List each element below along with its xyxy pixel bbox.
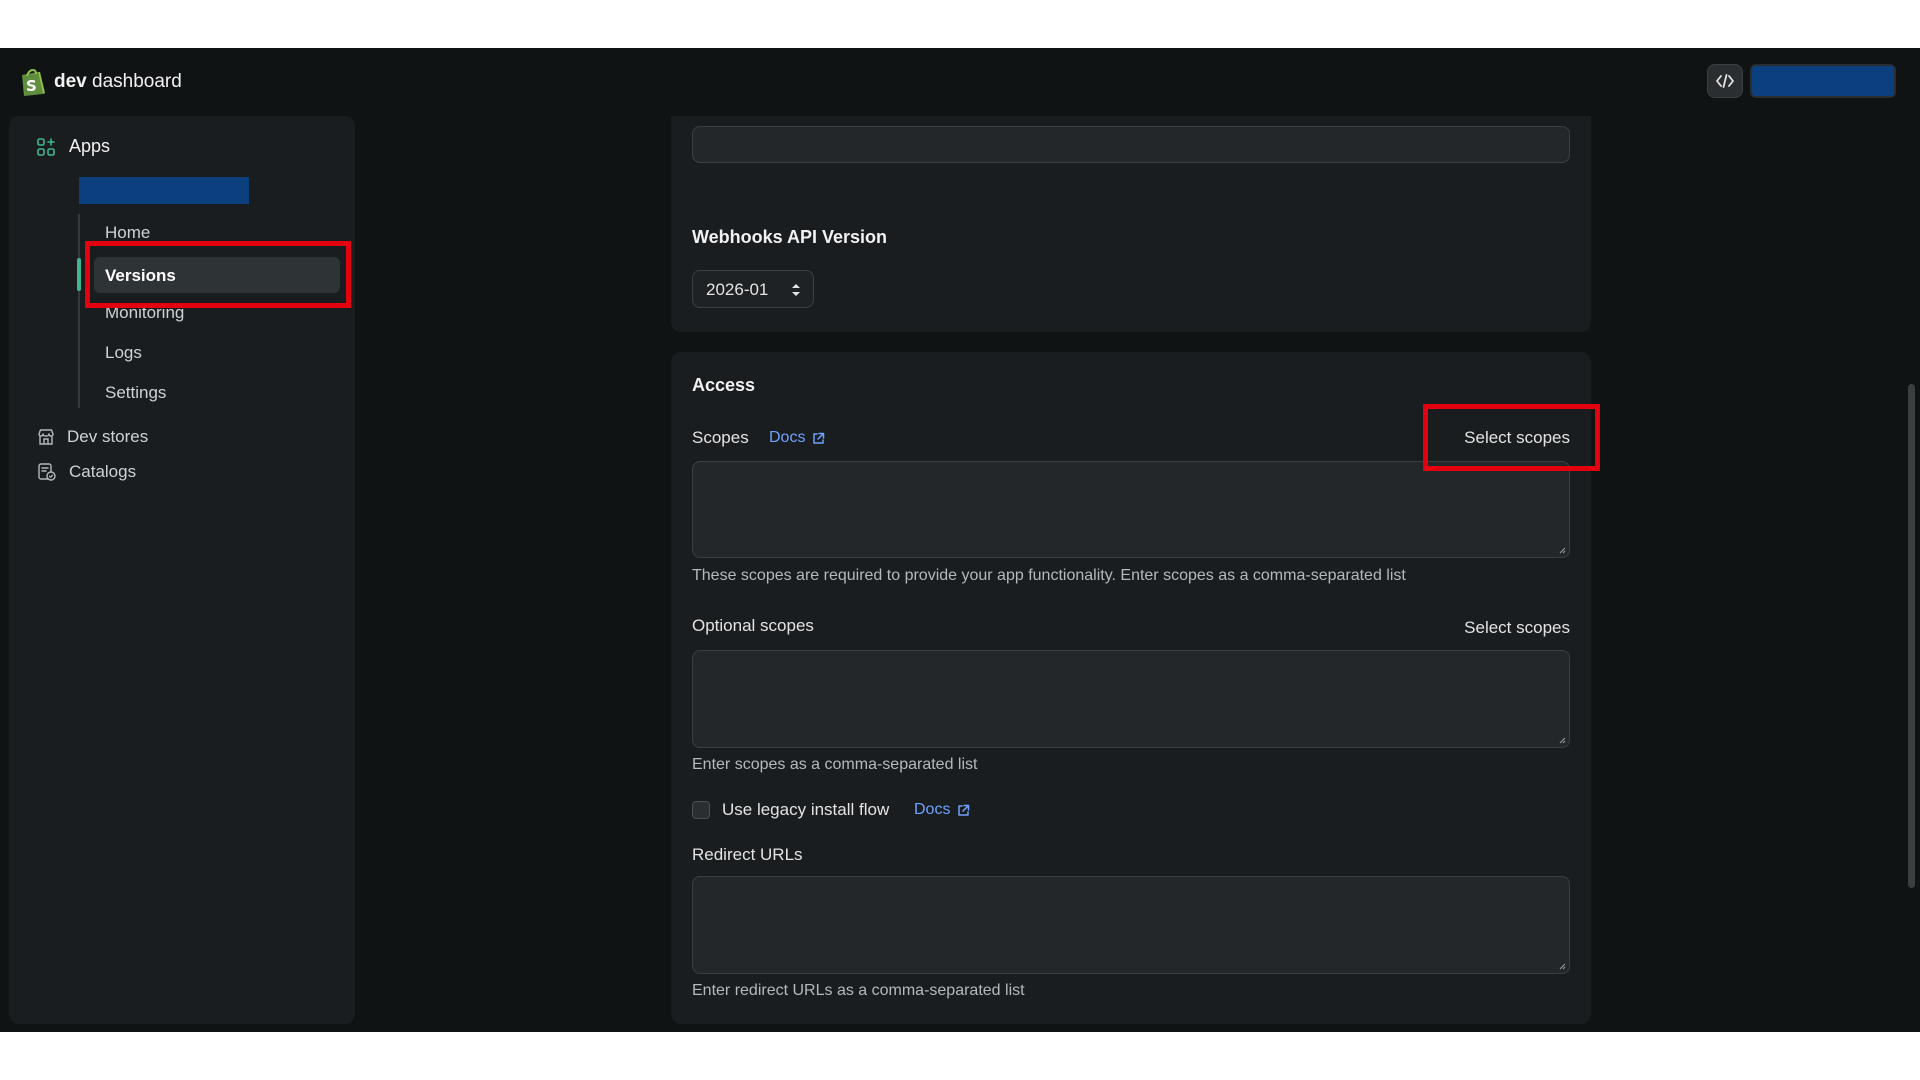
scopes-help-text: These scopes are required to provide you… bbox=[692, 567, 1406, 584]
code-view-button[interactable] bbox=[1707, 64, 1743, 98]
external-link-icon bbox=[958, 804, 970, 816]
sidebar-item-dev-stores[interactable]: Dev stores bbox=[37, 427, 148, 447]
scrollbar[interactable] bbox=[1908, 384, 1915, 888]
legacy-docs-link[interactable]: Docs bbox=[914, 801, 970, 819]
sidebar-item-apps-label: Apps bbox=[69, 136, 111, 156]
webhooks-card: Webhooks API Version 2026-01 bbox=[671, 204, 1591, 332]
sidebar-item-settings[interactable]: Settings bbox=[105, 383, 166, 403]
resize-grip-icon bbox=[1559, 737, 1566, 744]
apps-icon bbox=[37, 137, 55, 156]
app-window: S dev dashboard Apps Home Versions Monit bbox=[0, 48, 1920, 1032]
webhooks-title: Webhooks API Version bbox=[692, 227, 888, 247]
top-bar: S dev dashboard bbox=[0, 48, 1920, 116]
subnav-line bbox=[78, 214, 80, 408]
legacy-docs-label: Docs bbox=[914, 801, 951, 818]
subnav-active-indicator bbox=[77, 258, 81, 291]
optional-select-scopes-button[interactable]: Select scopes bbox=[1464, 618, 1570, 638]
store-icon bbox=[38, 429, 54, 445]
optional-scopes-help-text: Enter scopes as a comma-separated list bbox=[692, 756, 978, 773]
redirect-urls-label: Redirect URLs bbox=[692, 845, 803, 864]
webhooks-version-value: 2026-01 bbox=[706, 280, 769, 299]
select-arrows-icon bbox=[792, 284, 800, 296]
shopify-logo-icon: S bbox=[22, 68, 45, 96]
highlight-select-scopes bbox=[1423, 404, 1600, 471]
sidebar-item-apps[interactable]: Apps bbox=[37, 136, 110, 157]
scopes-textarea[interactable] bbox=[692, 461, 1570, 558]
resize-grip-icon bbox=[1559, 963, 1566, 970]
sidebar-item-home[interactable]: Home bbox=[105, 223, 150, 243]
webhooks-version-select[interactable]: 2026-01 bbox=[692, 270, 814, 308]
optional-scopes-label: Optional scopes bbox=[692, 616, 814, 635]
legacy-install-label[interactable]: Use legacy install flow bbox=[722, 800, 889, 820]
redirect-urls-help-text: Enter redirect URLs as a comma-separated… bbox=[692, 982, 1025, 999]
legacy-install-checkbox[interactable] bbox=[692, 801, 710, 819]
redirect-urls-textarea[interactable] bbox=[692, 876, 1570, 974]
sidebar-item-catalogs[interactable]: Catalogs bbox=[37, 462, 136, 482]
code-icon bbox=[1716, 74, 1734, 88]
app-name-redacted[interactable] bbox=[79, 177, 249, 204]
top-partial-input[interactable] bbox=[692, 126, 1570, 163]
sidebar-item-logs[interactable]: Logs bbox=[105, 343, 142, 363]
external-link-icon bbox=[813, 432, 825, 444]
access-title: Access bbox=[692, 375, 756, 395]
svg-text:S: S bbox=[26, 77, 37, 95]
account-button-redacted[interactable] bbox=[1750, 64, 1896, 98]
brand[interactable]: S dev dashboard bbox=[18, 67, 182, 97]
scopes-docs-label: Docs bbox=[769, 429, 806, 446]
brand-title: dev dashboard bbox=[54, 71, 182, 92]
optional-scopes-textarea[interactable] bbox=[692, 650, 1570, 748]
catalog-icon bbox=[38, 463, 56, 481]
sidebar-item-catalogs-label: Catalogs bbox=[69, 462, 137, 481]
highlight-versions bbox=[85, 241, 351, 308]
sidebar-item-dev-stores-label: Dev stores bbox=[67, 427, 149, 446]
scopes-docs-link[interactable]: Docs bbox=[769, 429, 825, 447]
scopes-label: Scopes bbox=[692, 428, 749, 447]
resize-grip-icon bbox=[1559, 547, 1566, 554]
